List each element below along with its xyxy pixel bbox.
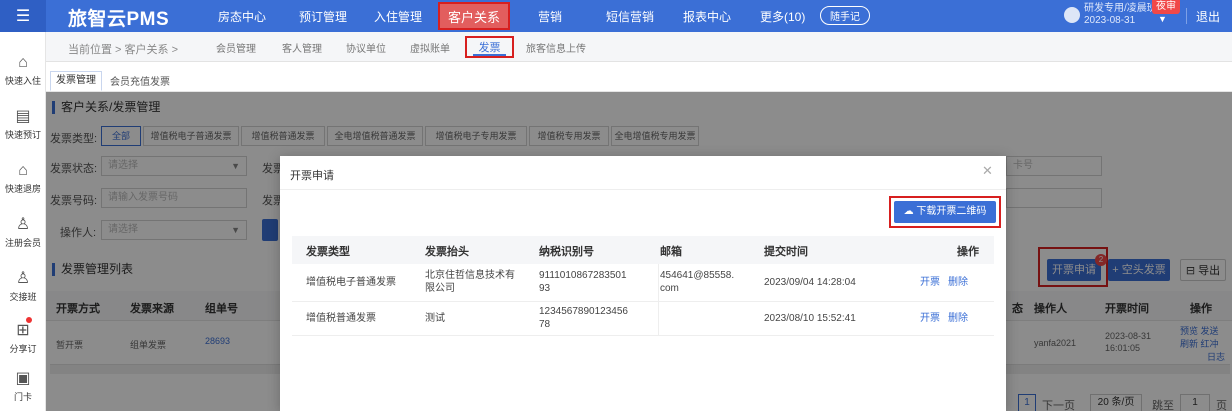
cell-title-2: 限公司 [425,283,455,294]
nav-customer-relations[interactable]: 客户关系 [438,2,510,30]
mcol-submit-time: 提交时间 [764,246,808,258]
subnav-guests[interactable]: 客人管理 [282,40,322,55]
tab-invoice-management[interactable]: 发票管理 [50,71,102,91]
mcol-email: 邮箱 [660,246,682,258]
table-row: 增值税普通发票 测试 1234567890123456 78 2023/08/1… [292,302,994,336]
top-bar: ☰ 旅智云PMS 房态中心 预订管理 入住管理 客户关系 营销 短信营销 报表中… [0,0,1232,32]
delete-link[interactable]: 删除 [948,277,968,289]
business-date: 2023-08-31 [1084,15,1136,26]
breadcrumb: 当前位置 > 客户关系 > [68,44,179,56]
cell-type: 增值税普通发票 [306,313,376,324]
mcol-title: 发票抬头 [425,246,469,258]
table-row: 增值税电子普通发票 北京住哲信息技术有 限公司 9111010867283501… [292,264,994,302]
download-qr-button[interactable]: ☁ 下载开票二维码 [894,201,996,223]
logout-button[interactable]: 退出 [1196,8,1220,25]
user-info[interactable]: 研发专用/凌晨班 2023-08-31 [1084,3,1157,27]
card-icon: ▣ [15,370,31,387]
page-tabs: 发票管理 会员充值发票 [46,62,1232,92]
issue-link[interactable]: 开票 [920,313,940,325]
subnav-invoice[interactable]: 发票 [465,36,514,58]
mcol-type: 发票类型 [306,246,350,258]
brand-logo: 旅智云PMS [68,9,170,30]
cell-email-2: com [660,283,679,294]
cell-title-1: 测试 [425,313,445,324]
cell-tax-2: 78 [539,319,551,330]
cell-title-1: 北京住哲信息技术有 [425,270,515,281]
close-icon[interactable]: ✕ [982,163,993,179]
house-out-icon: ⌂ [18,162,28,179]
home-icon: ⌂ [18,54,28,71]
sidebar-item-share-booking[interactable]: ⊞ 分享订 [0,322,46,355]
divider [280,189,1006,190]
nav-checkin[interactable]: 入住管理 [374,8,422,25]
sidebar-item-quick-checkin[interactable]: ⌂ 快速入住 [0,54,46,87]
subnav-members[interactable]: 会员管理 [216,40,256,55]
apply-table-header: 发票类型 发票抬头 纳税识别号 邮箱 提交时间 操作 [292,236,994,264]
nav-more[interactable]: 更多(10) [760,8,805,25]
menu-toggle-icon[interactable]: ☰ [0,0,46,32]
share-icon: ⊞ [16,322,30,339]
cell-tax-2: 93 [539,283,551,294]
nav-room-status[interactable]: 房态中心 [218,8,266,25]
download-highlight: ☁ 下载开票二维码 [889,196,1001,228]
cloud-download-icon: ☁ [903,206,917,217]
user-name: 研发专用/凌晨班 [1084,3,1157,14]
memo-button[interactable]: 随手记 [820,6,870,25]
night-audit-badge: 夜审 [1152,0,1180,14]
chevron-down-icon[interactable]: ▼ [1158,14,1167,24]
subnav-virtual-bills[interactable]: 虚拟账单 [410,40,450,55]
avatar[interactable] [1064,7,1080,23]
modal-title: 开票申请 [290,170,334,182]
user-swap-icon: ♙ [15,270,31,287]
sidebar-item-quick-booking[interactable]: ▤ 快速预订 [0,108,46,141]
mcol-actions: 操作 [957,246,979,258]
delete-link[interactable]: 删除 [948,313,968,325]
user-icon: ♙ [15,216,31,233]
cell-tax-1: 1234567890123456 [539,306,628,317]
issue-link[interactable]: 开票 [920,277,940,289]
cell-tax-1: 9111010867283501 [539,270,627,281]
sidebar-item-shift-handover[interactable]: ♙ 交接班 [0,270,46,303]
clipboard-icon: ▤ [15,108,31,125]
mcol-tax-id: 纳税识别号 [539,246,594,258]
sidebar-item-room-card[interactable]: ▣ 门卡 [0,370,46,403]
column-divider [658,264,659,336]
nav-marketing[interactable]: 营销 [538,8,562,25]
nav-reservation[interactable]: 预订管理 [299,8,347,25]
tab-member-recharge-invoice[interactable]: 会员充值发票 [110,73,170,88]
cell-time: 2023/09/04 14:28:04 [764,277,856,288]
cell-time: 2023/08/10 15:52:41 [764,313,856,324]
invoice-apply-modal: 开票申请 ✕ ☁ 下载开票二维码 发票类型 发票抬头 纳税识别号 邮箱 提交时间… [280,156,1006,411]
subnav-guest-upload[interactable]: 旅客信息上传 [526,40,586,55]
cell-type: 增值税电子普通发票 [306,277,396,288]
divider [1186,8,1187,24]
sidebar-item-register-member[interactable]: ♙ 注册会员 [0,216,46,249]
nav-sms-marketing[interactable]: 短信营销 [606,8,654,25]
sidebar-item-quick-checkout[interactable]: ⌂ 快速退房 [0,162,46,195]
nav-reports[interactable]: 报表中心 [683,8,731,25]
breadcrumb-bar: 当前位置 > 客户关系 > 会员管理 客人管理 协议单位 虚拟账单 发票 旅客信… [46,32,1232,62]
sidebar: ⌂ 快速入住 ▤ 快速预订 ⌂ 快速退房 ♙ 注册会员 ♙ 交接班 ⊞ 分享订 ▣ 门卡 [0,32,46,411]
cell-email-1: 454641@85558. [660,270,735,281]
subnav-agreements[interactable]: 协议单位 [346,40,386,55]
